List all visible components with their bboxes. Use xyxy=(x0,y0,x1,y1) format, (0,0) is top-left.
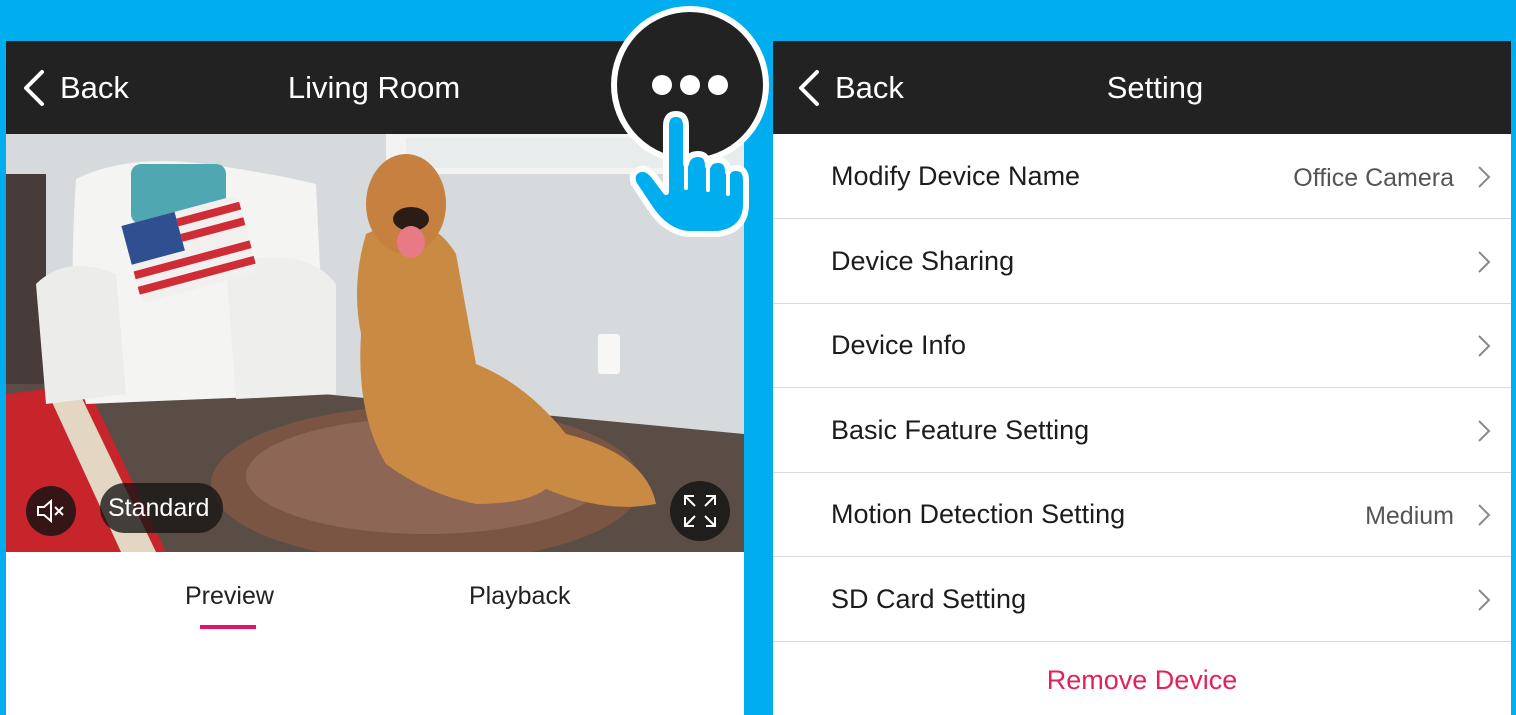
view-tabs: Preview Playback xyxy=(6,552,744,652)
chevron-left-icon xyxy=(799,70,819,106)
more-dot xyxy=(708,75,728,95)
page-title: Living Room xyxy=(287,70,461,105)
speaker-muted-icon xyxy=(37,498,64,524)
setting-value: Office Camera xyxy=(1293,164,1454,192)
setting-label: Device Sharing xyxy=(831,246,1015,276)
setting-label: Device Info xyxy=(831,330,967,360)
back-label: Back xyxy=(835,70,904,105)
setting-label: Basic Feature Setting xyxy=(831,415,1090,445)
back-label: Back xyxy=(60,70,129,105)
chevron-right-icon xyxy=(1478,420,1491,442)
fullscreen-icon xyxy=(684,495,716,527)
setting-label: Modify Device Name xyxy=(831,161,1081,191)
setting-row-modify-device-name[interactable]: Modify Device Name Office Camera xyxy=(773,134,1511,219)
quality-toggle[interactable]: Standard xyxy=(100,483,224,533)
setting-row-sd-card[interactable]: SD Card Setting xyxy=(773,557,1511,642)
more-dots-icon xyxy=(652,75,672,95)
setting-label: Motion Detection Setting xyxy=(831,499,1126,529)
chevron-right-icon xyxy=(1478,589,1491,611)
fullscreen-button[interactable] xyxy=(670,481,730,541)
active-tab-indicator xyxy=(200,625,256,629)
back-button[interactable]: Back xyxy=(20,67,129,109)
settings-screen: Back Setting Modify Device Name Office C… xyxy=(773,41,1511,715)
setting-row-device-info[interactable]: Device Info xyxy=(773,303,1511,388)
top-bar: Back Setting xyxy=(773,41,1511,134)
setting-row-basic-feature[interactable]: Basic Feature Setting xyxy=(773,388,1511,473)
tab-playback[interactable]: Playback xyxy=(469,582,570,611)
setting-row-motion-detection[interactable]: Motion Detection Setting Medium xyxy=(773,472,1511,557)
page-title: Setting xyxy=(1106,70,1204,105)
back-button[interactable]: Back xyxy=(795,67,904,109)
remove-device-button[interactable]: Remove Device xyxy=(773,645,1511,715)
chevron-right-icon xyxy=(1478,335,1491,357)
chevron-right-icon xyxy=(1478,504,1491,526)
tab-preview[interactable]: Preview xyxy=(185,582,274,611)
mute-button[interactable] xyxy=(26,486,76,536)
setting-label: SD Card Setting xyxy=(831,584,1027,614)
hand-pointer-icon xyxy=(629,111,749,237)
chevron-right-icon xyxy=(1478,251,1491,273)
chevron-left-icon xyxy=(24,70,44,106)
chevron-right-icon xyxy=(1478,166,1491,188)
setting-value: Medium xyxy=(1365,502,1454,530)
more-dot xyxy=(680,75,700,95)
setting-row-device-sharing[interactable]: Device Sharing xyxy=(773,219,1511,304)
